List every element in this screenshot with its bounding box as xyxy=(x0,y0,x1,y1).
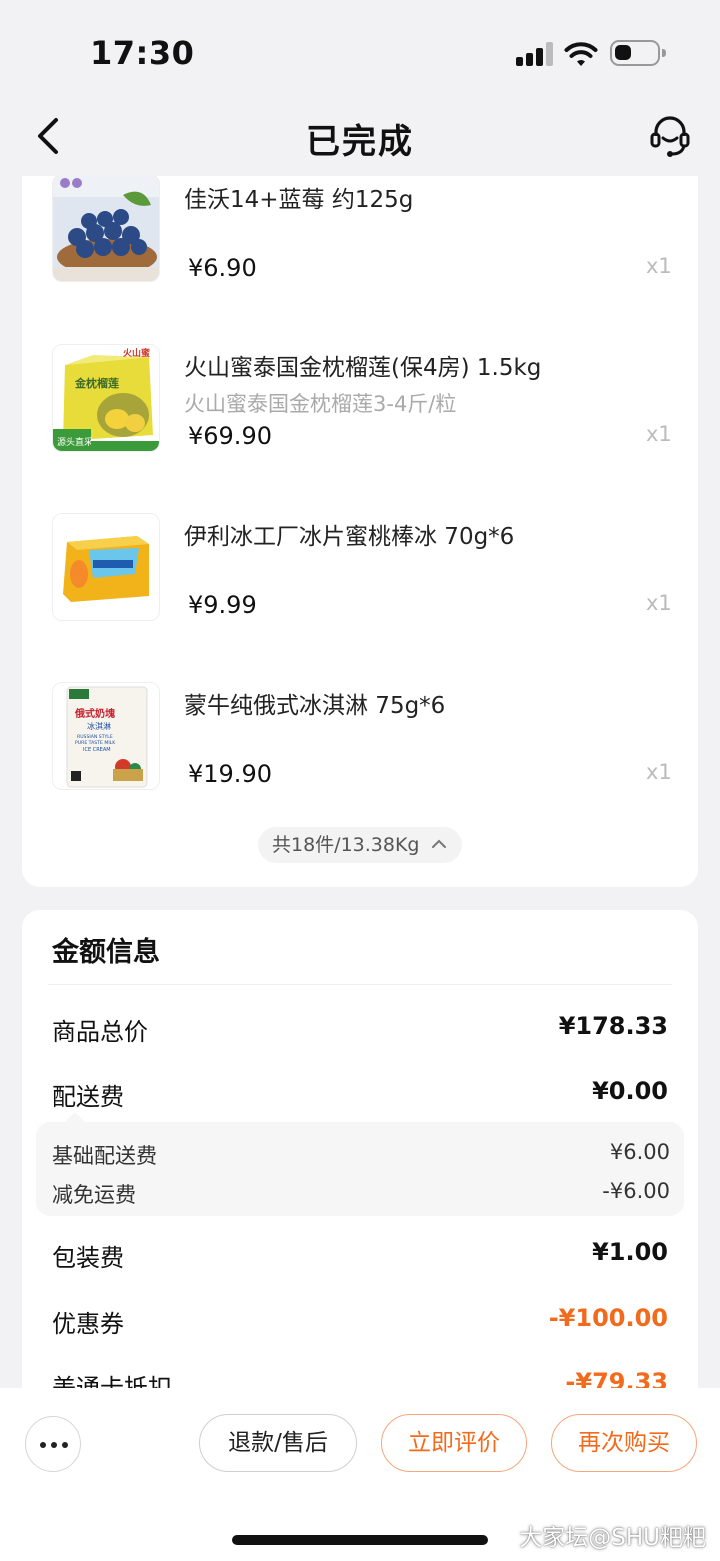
svg-text:俄式奶塊: 俄式奶塊 xyxy=(74,707,115,720)
durian-thumb: 火山蜜 金枕榴莲 源头直采 xyxy=(52,344,160,452)
product-name: 火山蜜泰国金枕榴莲(保4房) 1.5kg xyxy=(184,355,542,381)
subtotal-value: ¥178.33 xyxy=(558,1012,668,1040)
popsicle-box-thumb xyxy=(52,513,160,621)
status-bar: 17:30 xyxy=(0,0,720,100)
items-total-label: 共18件/13.38Kg xyxy=(272,834,420,856)
product-list-card: 佳沃14+蓝莓 约125g ¥6.90 x1 火山蜜 金枕榴莲 源头直采 火山蜜… xyxy=(22,176,698,887)
review-button[interactable]: 立即评价 xyxy=(381,1414,527,1472)
card-deduction-value: -¥79.33 xyxy=(565,1368,668,1390)
coupon-value: -¥100.00 xyxy=(548,1304,668,1332)
svg-text:金枕榴莲: 金枕榴莲 xyxy=(74,376,119,390)
battery-icon xyxy=(610,40,666,66)
chevron-up-icon xyxy=(432,839,446,848)
product-price: ¥69.90 xyxy=(188,422,272,450)
product-name: 伊利冰工厂冰片蜜桃棒冰 70g*6 xyxy=(184,524,515,550)
coupon-label: 优惠券 xyxy=(52,1310,124,1338)
divider xyxy=(48,984,672,985)
delivery-fee-value: ¥0.00 xyxy=(592,1077,668,1105)
product-item[interactable]: 佳沃14+蓝莓 约125g ¥6.90 x1 xyxy=(22,176,698,286)
product-item[interactable]: 火山蜜 金枕榴莲 源头直采 火山蜜泰国金枕榴莲(保4房) 1.5kg 火山蜜泰国… xyxy=(22,344,698,454)
svg-text:源头直采: 源头直采 xyxy=(57,436,93,448)
icecream-bag-thumb: 俄式奶塊 冰淇淋 RUSSIAN STYLE PURE TASTE MILK I… xyxy=(52,682,160,790)
wifi-icon xyxy=(564,42,598,66)
delivery-discount-value: -¥6.00 xyxy=(602,1179,670,1203)
section-title: 金额信息 xyxy=(52,937,160,968)
nav-bar: 已完成 xyxy=(0,100,720,176)
more-options-button[interactable] xyxy=(25,1416,81,1472)
delivery-discount-label: 减免运费 xyxy=(52,1183,136,1207)
rebuy-button[interactable]: 再次购买 xyxy=(551,1414,697,1472)
product-price: ¥9.99 xyxy=(188,591,257,619)
cellular-signal-icon xyxy=(516,42,554,66)
product-price: ¥6.90 xyxy=(188,254,257,282)
svg-text:ICE CREAM: ICE CREAM xyxy=(83,747,111,753)
svg-text:PURE TASTE MILK: PURE TASTE MILK xyxy=(75,740,116,746)
base-delivery-value: ¥6.00 xyxy=(609,1140,670,1164)
refund-button[interactable]: 退款/售后 xyxy=(199,1414,357,1472)
page-title: 已完成 xyxy=(306,122,414,162)
bottom-action-bar: 退款/售后 立即评价 再次购买 大家坛@SHU粑粑 xyxy=(0,1388,720,1561)
delivery-fee-detail: 基础配送费 ¥6.00 减免运费 -¥6.00 xyxy=(36,1122,684,1216)
product-price: ¥19.90 xyxy=(188,760,272,788)
base-delivery-label: 基础配送费 xyxy=(52,1144,157,1168)
collapse-items-toggle[interactable]: 共18件/13.38Kg xyxy=(258,827,462,863)
blueberry-thumb xyxy=(52,176,160,282)
packaging-fee-value: ¥1.00 xyxy=(592,1238,668,1266)
card-deduction-label: 美通卡抵扣 xyxy=(52,1374,172,1390)
product-quantity: x1 xyxy=(646,422,672,446)
svg-text:冰淇淋: 冰淇淋 xyxy=(87,721,111,731)
svg-text:火山蜜: 火山蜜 xyxy=(123,347,150,359)
product-quantity: x1 xyxy=(646,760,672,784)
product-quantity: x1 xyxy=(646,254,672,278)
product-item[interactable]: 伊利冰工厂冰片蜜桃棒冰 70g*6 ¥9.99 x1 xyxy=(22,513,698,623)
packaging-fee-label: 包装费 xyxy=(52,1244,124,1272)
delivery-fee-label: 配送费 xyxy=(52,1083,124,1111)
product-spec: 火山蜜泰国金枕榴莲3-4斤/粒 xyxy=(184,392,457,416)
status-time: 17:30 xyxy=(90,34,195,72)
svg-text:RUSSIAN STYLE: RUSSIAN STYLE xyxy=(77,734,113,740)
subtotal-label: 商品总价 xyxy=(52,1018,148,1046)
product-quantity: x1 xyxy=(646,591,672,615)
watermark: 大家坛@SHU粑粑 xyxy=(519,1525,706,1551)
product-item[interactable]: 俄式奶塊 冰淇淋 RUSSIAN STYLE PURE TASTE MILK I… xyxy=(22,682,698,792)
product-name: 佳沃14+蓝莓 约125g xyxy=(184,187,414,213)
product-name: 蒙牛纯俄式冰淇淋 75g*6 xyxy=(184,693,446,719)
amount-info-card: 金额信息 商品总价 ¥178.33 配送费 ¥0.00 基础配送费 ¥6.00 … xyxy=(22,910,698,1390)
home-indicator xyxy=(232,1535,488,1545)
customer-service-icon[interactable] xyxy=(648,112,692,160)
